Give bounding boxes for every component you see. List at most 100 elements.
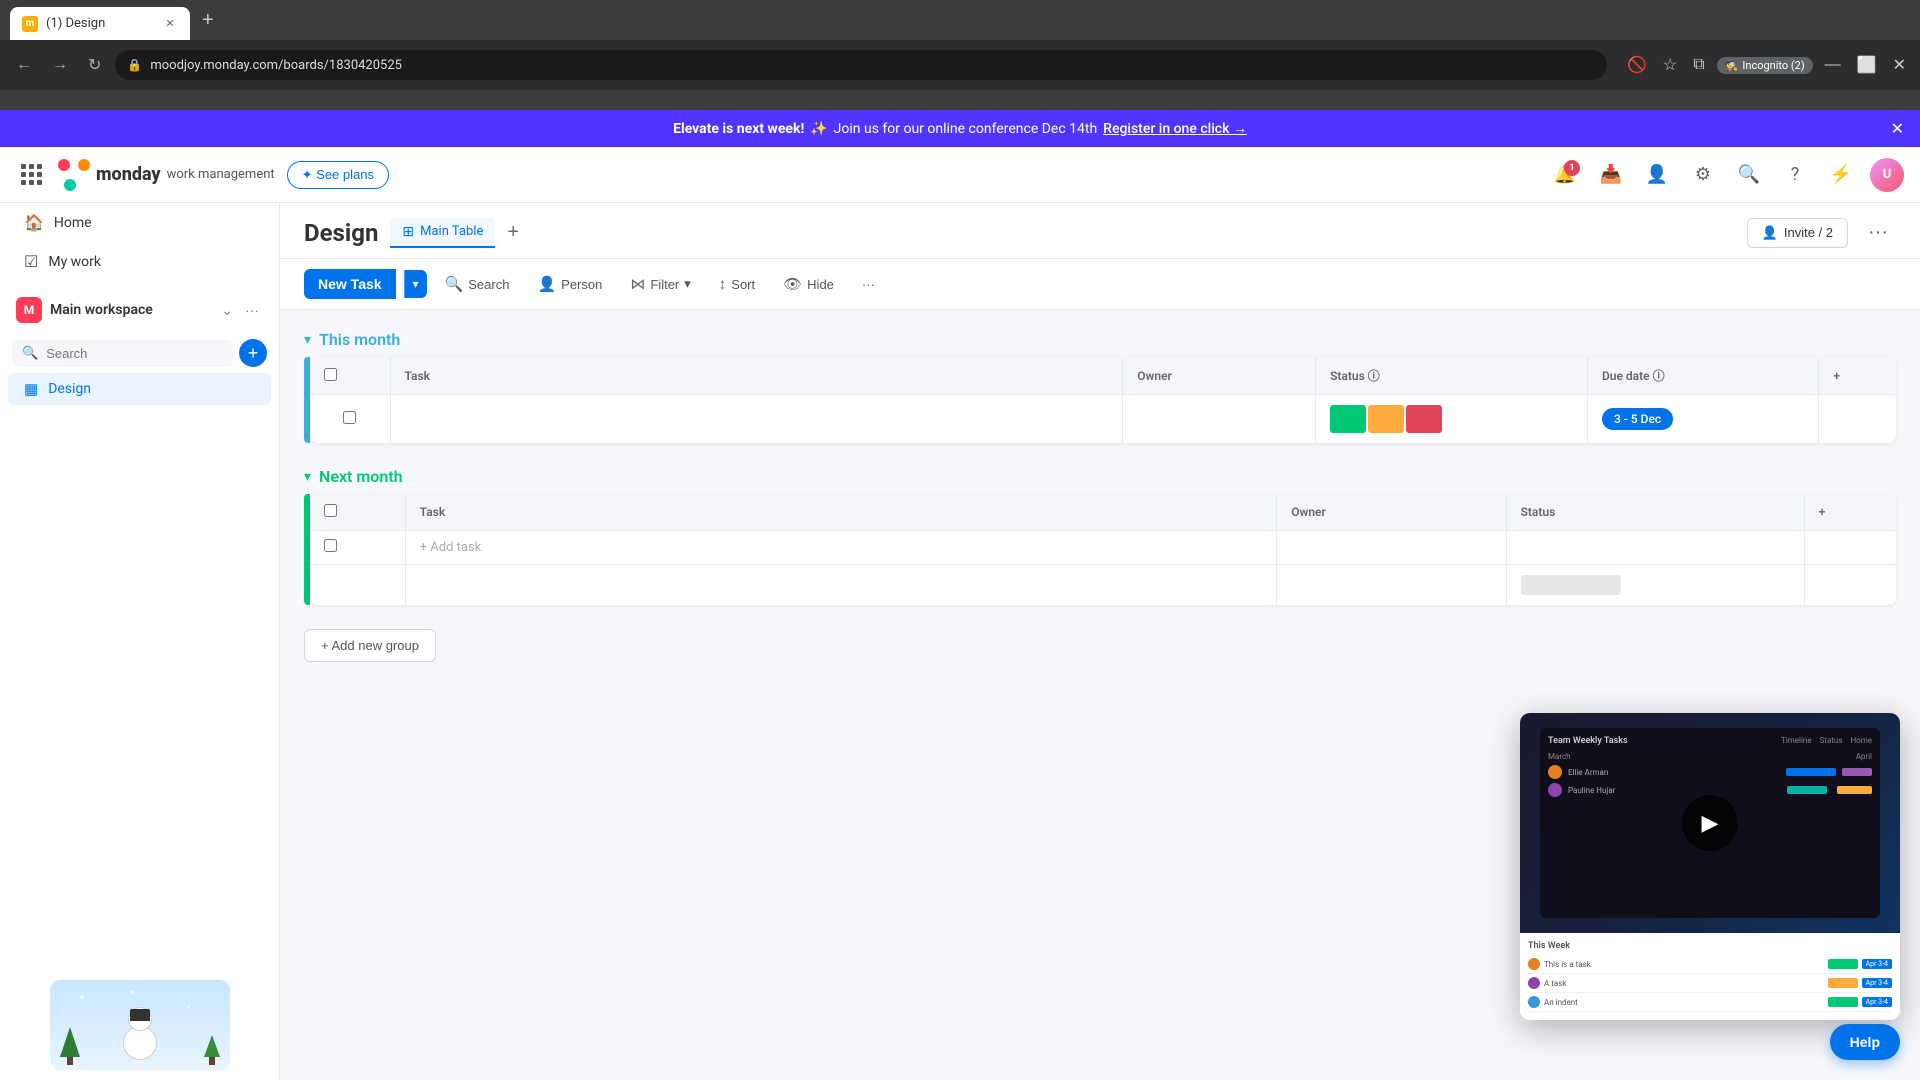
snowman-decoration <box>0 970 279 1080</box>
video-row-1: Ellie Arman <box>1548 765 1872 779</box>
new-task-dropdown-btn[interactable]: ▾ <box>404 270 427 298</box>
banner-subtext: Join us for our online conference Dec 14… <box>834 121 1097 137</box>
video-bar-orange <box>1837 786 1872 794</box>
active-tab[interactable]: m (1) Design ✕ <box>10 7 190 40</box>
minimize-btn[interactable]: — <box>1821 52 1845 78</box>
person-icon: 👤 <box>537 275 556 293</box>
workspace-expand-btn[interactable]: ⌄ <box>217 300 237 321</box>
apps-icon[interactable]: ⚡ <box>1824 158 1858 192</box>
new-tab-btn[interactable]: + <box>194 9 222 32</box>
invite-people-btn[interactable]: 👤 <box>1640 158 1674 192</box>
play-icon: ▶ <box>1702 811 1719 836</box>
maximize-btn[interactable]: ⬜ <box>1853 51 1881 79</box>
add-tab-btn[interactable]: + <box>499 217 527 248</box>
video-bar-blue <box>1786 768 1836 776</box>
reload-btn[interactable]: ↻ <box>82 51 107 79</box>
add-task-row[interactable]: + Add task <box>310 531 1896 565</box>
tab-main-table[interactable]: ⊞ Main Table <box>390 218 495 248</box>
status-badges <box>1330 405 1573 433</box>
filter-toolbar-btn[interactable]: ⋈ Filter ▾ <box>620 269 700 299</box>
group-title-this-month: This month <box>319 330 400 349</box>
group-toggle-this-month[interactable]: ▾ <box>304 331 311 348</box>
owner-cell[interactable] <box>1123 395 1316 444</box>
tree-right <box>204 1035 220 1065</box>
help-chat-btn[interactable]: Help <box>1830 1024 1900 1060</box>
notifications-btn[interactable]: 🔔 1 <box>1548 158 1582 192</box>
status-cell[interactable] <box>1316 395 1588 444</box>
person-toolbar-btn[interactable]: 👤 Person <box>527 269 612 299</box>
col-add-header-nm[interactable]: + <box>1804 494 1896 531</box>
avatar[interactable]: U <box>1870 158 1904 192</box>
board-toolbar: New Task ▾ 🔍 Search 👤 Person ⋈ Filter ▾ … <box>280 259 1920 310</box>
preview-this-week: This Week <box>1528 941 1892 951</box>
summary-owner <box>1277 565 1506 606</box>
add-task-owner-cell <box>1277 531 1506 565</box>
search-icon: 🔍 <box>22 346 38 361</box>
board-tabs: ⊞ Main Table + <box>390 217 527 248</box>
close-window-btn[interactable]: ✕ <box>1889 51 1910 79</box>
select-all-checkbox-nm[interactable] <box>324 504 337 517</box>
workspace-more-btn[interactable]: ··· <box>241 300 263 320</box>
sidebar-search-box[interactable]: 🔍 <box>12 340 233 367</box>
play-btn[interactable]: ▶ <box>1682 795 1738 851</box>
row-checkbox[interactable] <box>343 411 356 424</box>
app-grid-btn[interactable] <box>16 160 46 190</box>
tab-close-btn[interactable]: ✕ <box>162 16 178 32</box>
add-task-checkbox[interactable] <box>324 539 337 552</box>
search-toolbar-btn[interactable]: 🔍 Search <box>435 269 520 299</box>
task-cell[interactable] <box>390 395 1123 444</box>
month-march: March <box>1548 752 1571 761</box>
month-april: April <box>1856 752 1872 761</box>
col-add-header[interactable]: + <box>1819 357 1896 395</box>
group-toggle-next-month[interactable]: ▾ <box>304 468 311 485</box>
sidebar-item-home[interactable]: 🏠 Home <box>8 205 271 240</box>
sidebar-item-design[interactable]: ▦ Design <box>8 373 271 405</box>
forward-btn[interactable]: → <box>46 52 74 78</box>
hide-toolbar-btn[interactable]: 👁 Hide <box>773 269 844 299</box>
sort-label: Sort <box>731 277 755 292</box>
status-badge-red <box>1406 405 1442 433</box>
banner-close-btn[interactable]: ✕ <box>1891 119 1904 139</box>
col-checkbox-nm <box>310 494 405 531</box>
sort-toolbar-btn[interactable]: ↕ Sort <box>709 270 765 299</box>
select-all-checkbox[interactable] <box>324 368 337 381</box>
preview-left: This Week This is a task Apr 3-4 A task … <box>1528 941 1892 1012</box>
new-task-btn[interactable]: New Task <box>304 269 396 299</box>
help-btn[interactable]: ? <box>1778 158 1812 192</box>
logo[interactable]: monday work management <box>58 159 275 191</box>
camera-off-icon[interactable]: 🚫 <box>1623 51 1651 79</box>
video-thumbnail[interactable]: Team Weekly Tasks Timeline Status Home M… <box>1520 713 1900 933</box>
logo-subtext: work management <box>167 167 275 182</box>
video-name-2: Pauline Hujar <box>1568 786 1781 795</box>
sidebar-search-input[interactable] <box>46 346 223 361</box>
group-title-next-month: Next month <box>319 467 403 486</box>
add-task-cell[interactable]: + Add task <box>405 531 1277 565</box>
star-icon[interactable]: ☆ <box>1659 51 1681 79</box>
col-owner-header: Owner <box>1123 357 1316 395</box>
workspace-initial: M <box>24 303 35 317</box>
snowman <box>123 1007 157 1060</box>
add-new-group-btn[interactable]: + Add new group <box>304 629 436 662</box>
back-btn[interactable]: ← <box>10 52 38 78</box>
more-toolbar-btn[interactable]: ··· <box>852 271 885 298</box>
preview-text-2: A task <box>1544 979 1824 988</box>
sidebar-add-btn[interactable]: + <box>239 339 267 367</box>
board-more-btn[interactable]: ··· <box>1860 217 1896 248</box>
seasonal-illustration <box>50 980 230 1070</box>
search-label: Search <box>468 277 509 292</box>
preview-row-2: A task Apr 3-4 <box>1528 974 1892 993</box>
sidebar-item-mywork[interactable]: ☑ My work <box>8 244 271 279</box>
banner-register-link[interactable]: Register in one click → <box>1103 120 1247 137</box>
see-plans-btn[interactable]: ✦ See plans <box>287 161 389 189</box>
incognito-icon: 🕵 <box>1725 59 1739 72</box>
video-nav: Timeline Status Home <box>1781 736 1872 746</box>
duedate-cell[interactable]: 3 - 5 Dec <box>1587 395 1818 444</box>
split-view-icon[interactable]: ⧉ <box>1689 52 1708 78</box>
integrations-btn[interactable]: ⚙ <box>1686 158 1720 192</box>
add-col-cell <box>1819 395 1896 444</box>
invite-btn[interactable]: 👤 Invite / 2 <box>1747 218 1848 248</box>
logo-icon <box>58 159 90 191</box>
address-bar[interactable]: 🔒 moodjoy.monday.com/boards/1830420525 <box>115 50 1607 80</box>
inbox-btn[interactable]: 📥 <box>1594 158 1628 192</box>
search-btn[interactable]: 🔍 <box>1732 158 1766 192</box>
